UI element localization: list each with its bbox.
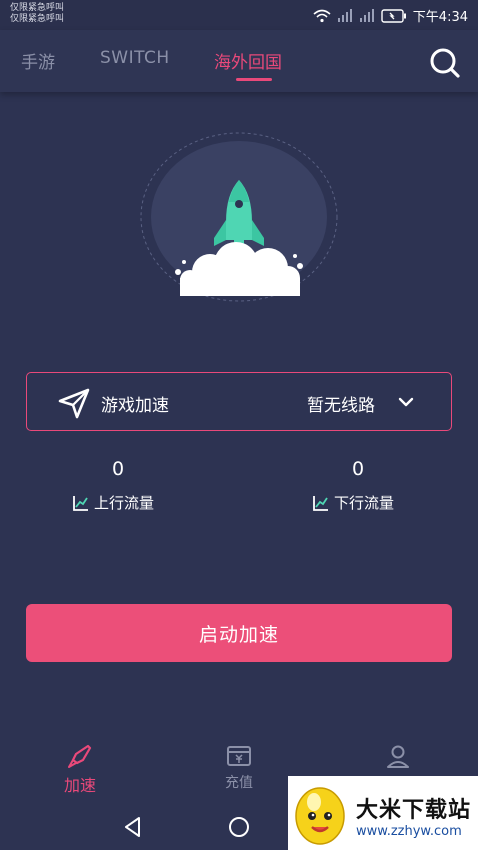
bottom-nav-label: 充值 (225, 775, 253, 791)
emergency-call-text: 仅限紧急呼叫 仅限紧急呼叫 (10, 3, 65, 24)
top-tab-bar: 手游 SWITCH 海外回国 (0, 30, 478, 92)
watermark-url: www.zzhyw.com (356, 824, 462, 839)
bottom-nav-recharge[interactable]: 充值 (199, 742, 279, 798)
route-label: 游戏加速 (101, 396, 169, 416)
signal-icon-2 (359, 8, 374, 22)
tab-mobile-games[interactable]: 手游 (21, 48, 55, 73)
route-value: 暂无线路 (307, 396, 375, 416)
trend-chart-icon (73, 495, 88, 511)
search-icon[interactable] (428, 46, 462, 80)
wallet-icon (227, 746, 251, 766)
paper-plane-icon (58, 388, 90, 419)
status-bar: 仅限紧急呼叫 仅限紧急呼叫 下午4:34 (0, 0, 478, 30)
trend-chart-icon (313, 495, 328, 511)
upload-traffic-label: 上行流量 (94, 494, 155, 512)
wifi-icon (313, 9, 331, 22)
chevron-down-icon (398, 397, 414, 407)
upload-traffic-value: 0 (111, 458, 125, 480)
rocket-illustration (140, 132, 338, 302)
start-acceleration-button[interactable]: 启动加速 (26, 604, 452, 662)
route-selector[interactable]: 游戏加速 暂无线路 (26, 372, 452, 431)
status-icons: 下午4:34 (313, 6, 468, 25)
status-time: 下午4:34 (412, 10, 468, 25)
tab-switch[interactable]: SWITCH (100, 48, 170, 68)
home-icon[interactable] (226, 814, 252, 840)
download-traffic: 0 下行流量 (278, 458, 438, 518)
watermark-title: 大米下载站 (356, 798, 472, 823)
watermark-banner: 大米下载站 www.zzhyw.com (288, 776, 478, 850)
back-icon[interactable] (120, 814, 146, 840)
egg-mascot-logo (295, 787, 345, 845)
download-traffic-label: 下行流量 (334, 494, 395, 512)
upload-traffic: 0 上行流量 (38, 458, 198, 518)
rocket-icon (68, 744, 92, 768)
active-tab-indicator (236, 78, 272, 81)
download-traffic-value: 0 (351, 458, 365, 480)
bottom-nav-label: 加速 (63, 776, 96, 795)
signal-icon (337, 8, 352, 22)
tab-overseas-return[interactable]: 海外回国 (214, 48, 282, 73)
battery-icon (381, 8, 406, 23)
user-icon (387, 745, 409, 768)
bottom-nav-accelerate[interactable]: 加速 (40, 742, 120, 798)
